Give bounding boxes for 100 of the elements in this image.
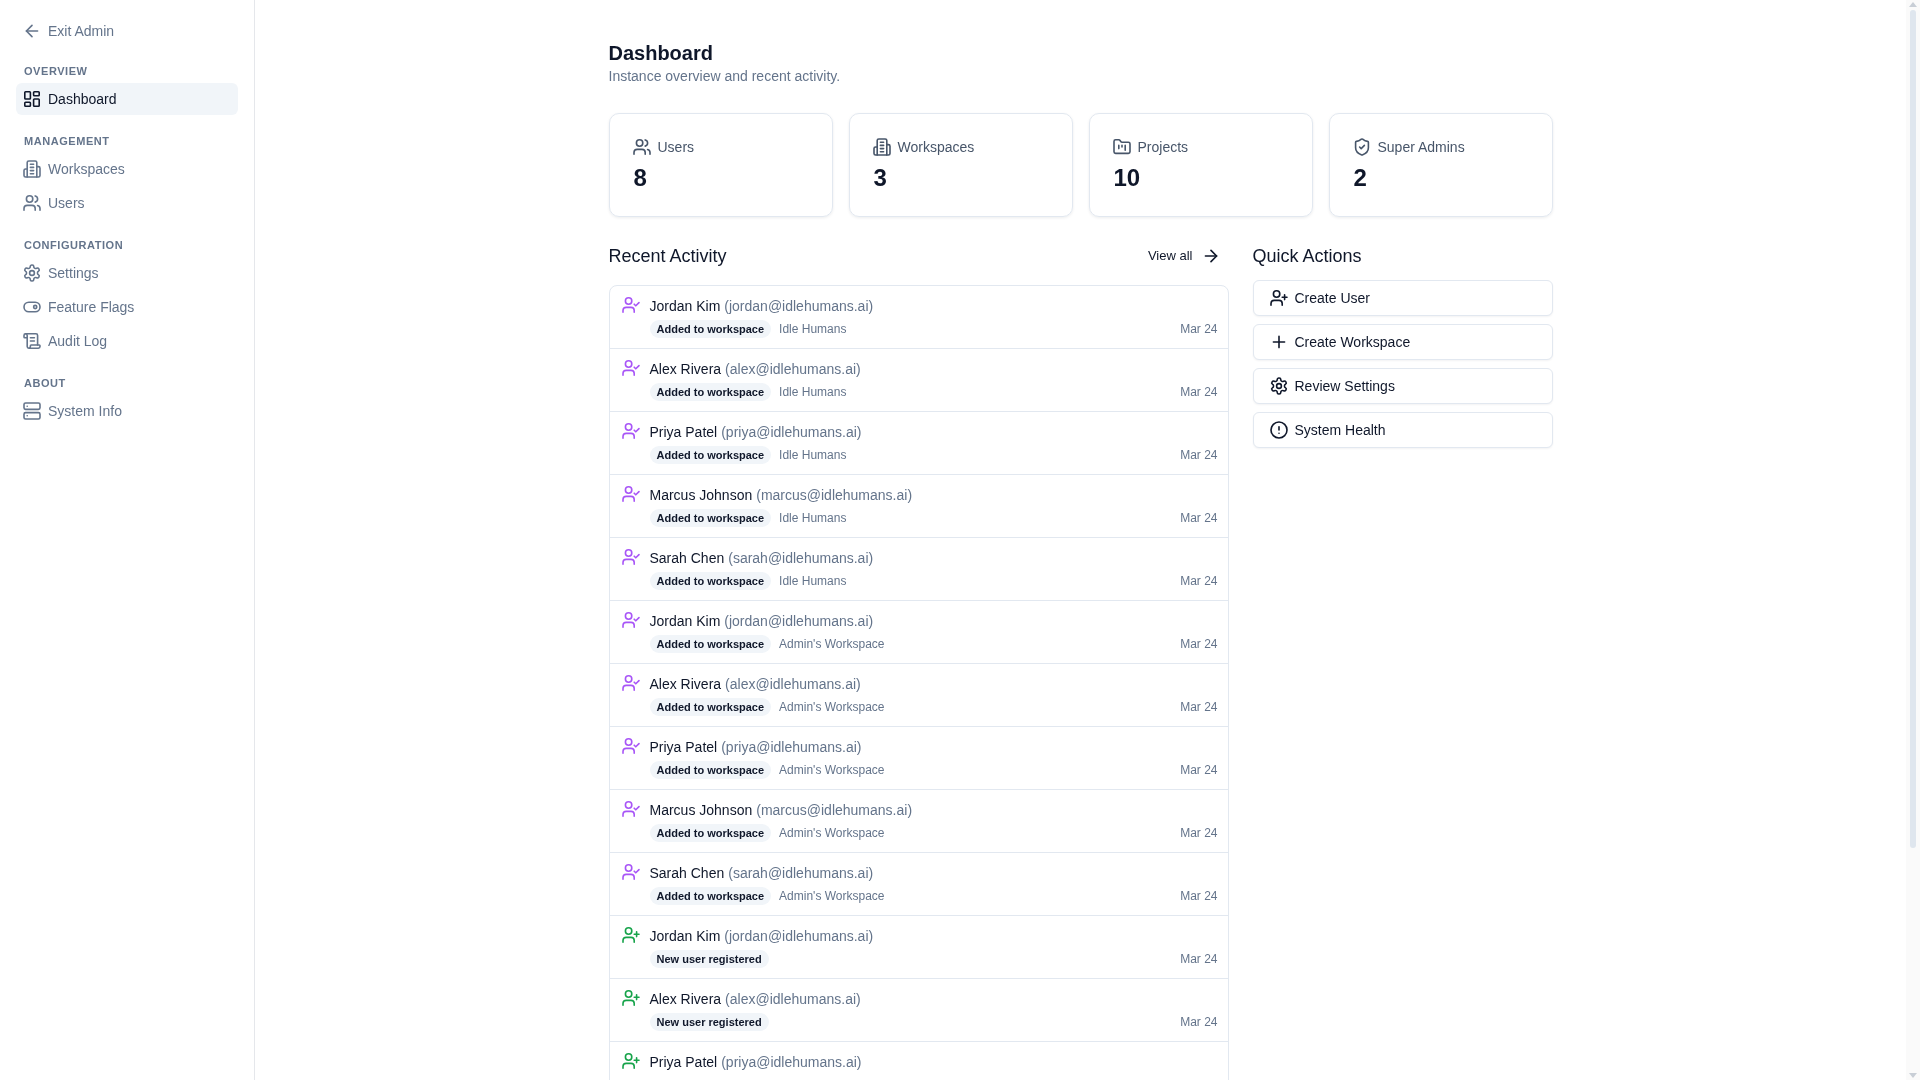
scrollbar-thumb[interactable]	[1910, 10, 1916, 848]
building-icon	[873, 139, 890, 155]
event-tag: New user registered	[649, 1013, 769, 1031]
workspace-name: Idle Humans	[779, 384, 847, 401]
user-plus-icon	[622, 1053, 639, 1069]
activity-date: Mar 24	[1180, 951, 1218, 968]
user-check-icon	[622, 360, 639, 376]
user-plus-icon	[1270, 290, 1287, 306]
workspace-name: Admin's Workspace	[779, 636, 885, 653]
view-all-button[interactable]: View all	[1137, 242, 1229, 270]
scroll-down-icon[interactable]	[1909, 1073, 1917, 1078]
user-email: (priya@idlehumans.ai)	[721, 1053, 862, 1071]
section-title: Quick Actions	[1252, 245, 1363, 268]
stat-value: 2	[1353, 163, 1368, 193]
sidebar-section-heading: OVERVIEW	[24, 64, 89, 79]
event-tag: Added to workspace	[649, 446, 772, 464]
workspace-name: Idle Humans	[779, 573, 847, 590]
shield-check-icon	[1353, 139, 1370, 155]
user-email: (priya@idlehumans.ai)	[721, 738, 862, 756]
user-email: (priya@idlehumans.ai)	[721, 423, 862, 441]
user-name: Priya Patel	[649, 423, 718, 441]
stat-label: Users	[657, 138, 695, 157]
section-title: Recent Activity	[608, 245, 727, 268]
user-name: Alex Rivera	[649, 990, 722, 1008]
user-name: Alex Rivera	[649, 360, 722, 378]
quick-action-button[interactable]: Create Workspace	[1252, 324, 1553, 360]
user-email: (jordan@idlehumans.ai)	[724, 297, 874, 315]
user-email: (alex@idlehumans.ai)	[725, 675, 861, 693]
grid-icon	[24, 91, 40, 107]
user-email: (marcus@idlehumans.ai)	[756, 801, 913, 819]
stat-label: Super Admins	[1377, 138, 1465, 157]
user-check-icon	[622, 864, 639, 880]
sidebar-item[interactable]: Workspaces	[16, 153, 238, 185]
activity-date: Mar 24	[1180, 762, 1218, 779]
quick-action-button[interactable]: Create User	[1252, 280, 1553, 316]
sidebar-item[interactable]: Feature Flags	[16, 291, 238, 323]
activity-date: Mar 24	[1180, 573, 1218, 590]
user-plus-icon	[622, 927, 639, 943]
server-icon	[24, 403, 40, 419]
user-email: (jordan@idlehumans.ai)	[724, 927, 874, 945]
sidebar-item[interactable]: Dashboard	[16, 83, 238, 115]
page-title: Dashboard	[608, 41, 714, 65]
toggle-icon	[24, 299, 40, 315]
settings-icon	[24, 265, 40, 281]
event-tag: Added to workspace	[649, 383, 772, 401]
event-tag: Added to workspace	[649, 635, 772, 653]
activity-date: Mar 24	[1180, 888, 1218, 905]
user-check-icon	[622, 423, 639, 439]
event-tag: Added to workspace	[649, 887, 772, 905]
workspace-name: Idle Humans	[779, 510, 847, 527]
workspace-name: Idle Humans	[779, 447, 847, 464]
activity-date: Mar 24	[1180, 447, 1218, 464]
user-name: Jordan Kim	[649, 612, 721, 630]
user-name: Jordan Kim	[649, 927, 721, 945]
user-check-icon	[622, 612, 639, 628]
stat-label: Workspaces	[897, 138, 975, 157]
activity-date: Mar 24	[1180, 1014, 1218, 1031]
user-name: Marcus Johnson	[649, 486, 753, 504]
stat-label: Projects	[1137, 138, 1189, 157]
user-email: (jordan@idlehumans.ai)	[724, 612, 874, 630]
stat-value: 3	[873, 163, 888, 193]
sidebar-item[interactable]: System Info	[16, 395, 238, 427]
workspace-name: Idle Humans	[779, 321, 847, 338]
user-check-icon	[622, 549, 639, 565]
workspace-name: Admin's Workspace	[779, 825, 885, 842]
quick-action-button[interactable]: System Health	[1252, 412, 1553, 448]
user-name: Priya Patel	[649, 738, 718, 756]
user-name: Alex Rivera	[649, 675, 722, 693]
stat-value: 8	[633, 163, 648, 193]
user-email: (alex@idlehumans.ai)	[725, 360, 861, 378]
stat-value: 10	[1113, 163, 1142, 193]
activity-date: Mar 24	[1180, 636, 1218, 653]
scroll-icon	[24, 333, 40, 349]
user-email: (alex@idlehumans.ai)	[725, 990, 861, 1008]
sidebar-item[interactable]: Users	[16, 187, 238, 219]
sidebar-item[interactable]: Audit Log	[16, 325, 238, 357]
event-tag: Added to workspace	[649, 761, 772, 779]
sidebar-section-heading: MANAGEMENT	[24, 134, 111, 149]
user-check-icon	[622, 297, 639, 313]
event-tag: Added to workspace	[649, 698, 772, 716]
workspace-name: Admin's Workspace	[779, 888, 885, 905]
workspace-name: Admin's Workspace	[779, 762, 885, 779]
user-name: Jordan Kim	[649, 297, 721, 315]
user-name: Priya Patel	[649, 1053, 718, 1071]
event-tag: Added to workspace	[649, 572, 772, 590]
activity-date: Mar 24	[1180, 510, 1218, 527]
sidebar-item[interactable]: Settings	[16, 257, 238, 289]
quick-action-button[interactable]: Review Settings	[1252, 368, 1553, 404]
workspace-name: Admin's Workspace	[779, 699, 885, 716]
activity-date: Mar 24	[1180, 825, 1218, 842]
scroll-up-icon[interactable]	[1909, 2, 1917, 7]
sidebar-section-heading: CONFIGURATION	[24, 238, 125, 253]
event-tag: New user registered	[649, 950, 769, 968]
user-name: Sarah Chen	[649, 549, 725, 567]
users-icon	[633, 139, 650, 155]
user-name: Marcus Johnson	[649, 801, 753, 819]
event-tag: Added to workspace	[649, 320, 772, 338]
event-tag: Added to workspace	[649, 509, 772, 527]
exit-admin-link[interactable]: Exit Admin	[16, 15, 238, 47]
user-check-icon	[622, 486, 639, 502]
